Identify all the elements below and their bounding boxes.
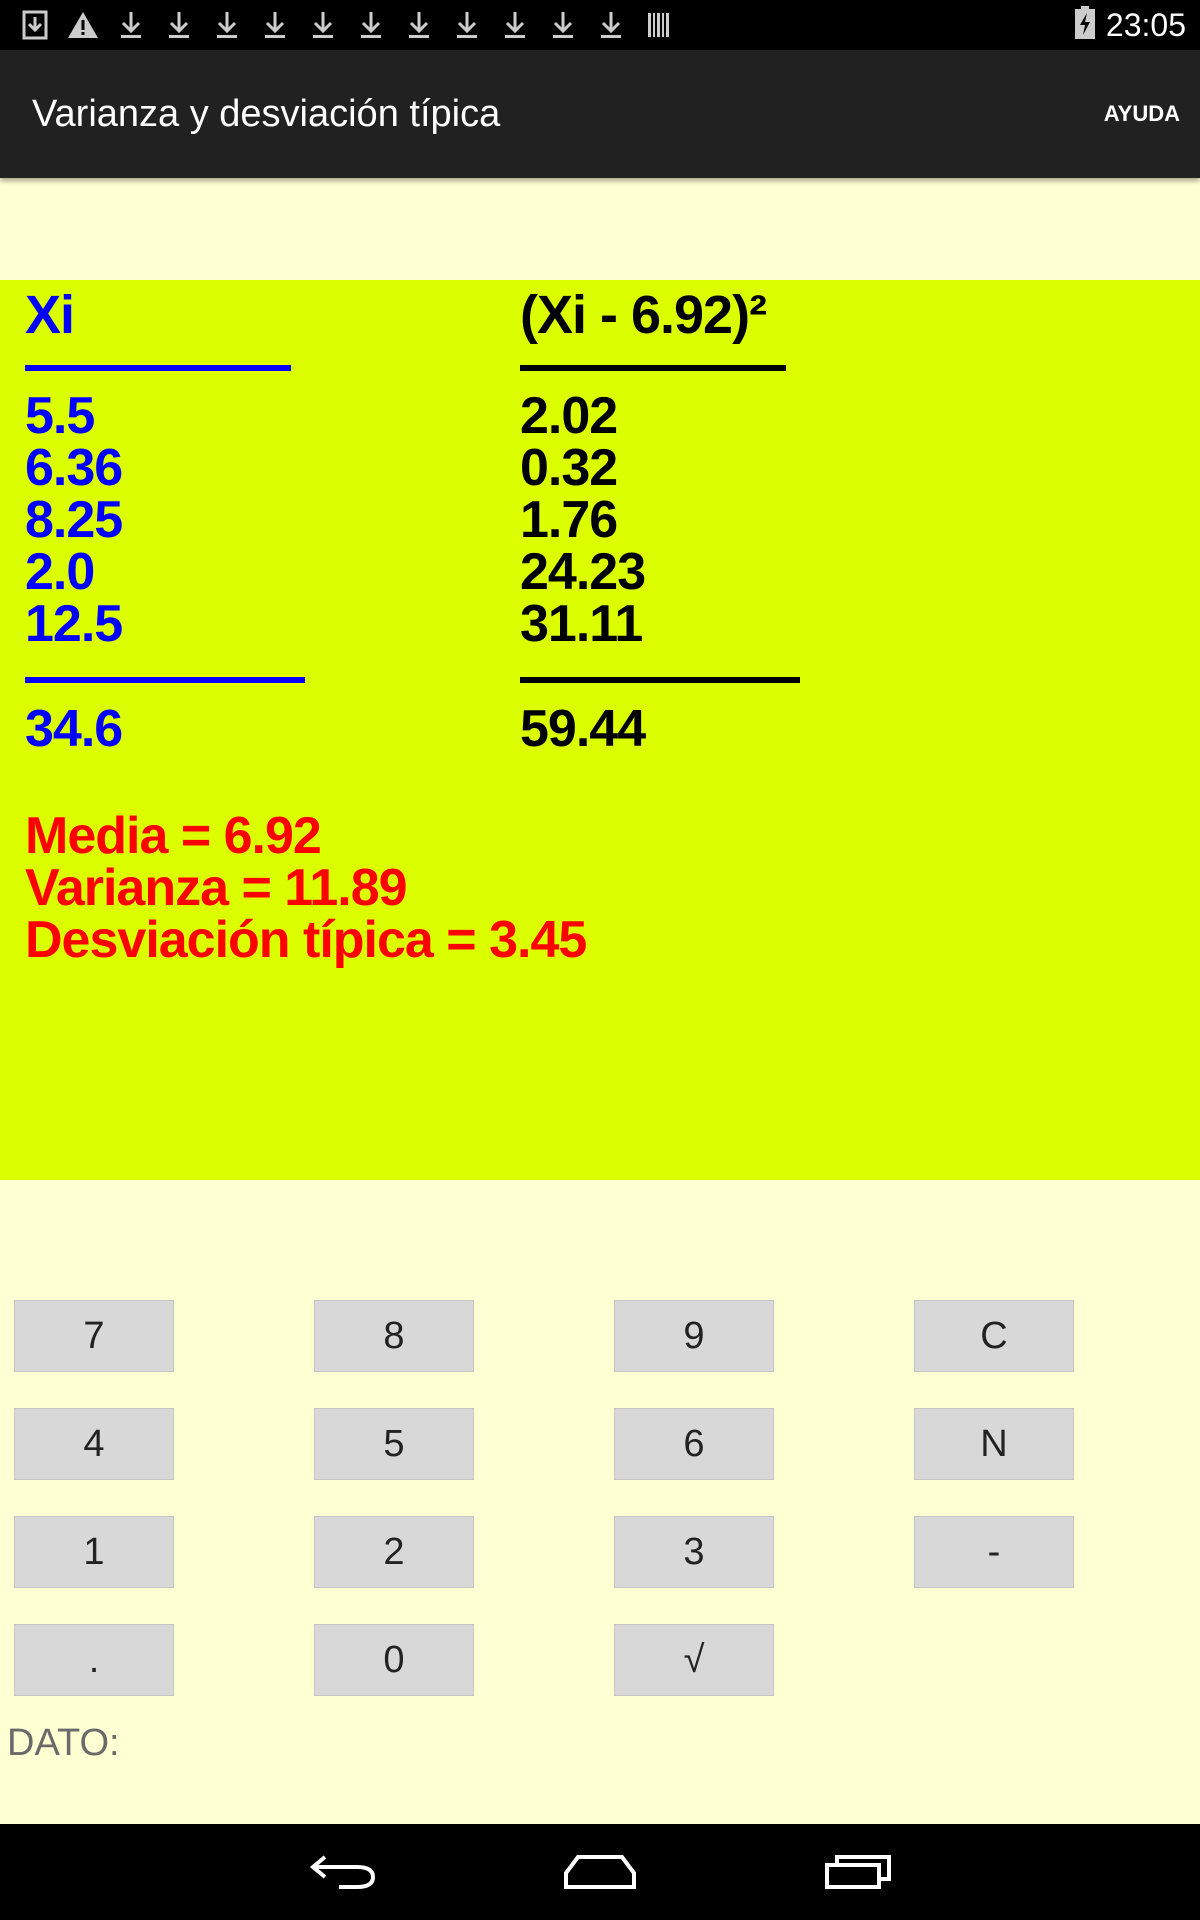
home-icon xyxy=(562,1851,638,1895)
status-right: 23:05 xyxy=(1074,0,1186,50)
download-icon xyxy=(162,8,196,42)
status-bar: 23:05 xyxy=(0,0,1200,50)
sq-total: 59.44 xyxy=(520,700,646,758)
sq-value: 24.23 xyxy=(520,543,646,601)
download-icon xyxy=(402,8,436,42)
recent-apps-icon xyxy=(823,1851,893,1895)
key-decimal-point[interactable]: . xyxy=(14,1624,174,1696)
key-4[interactable]: 4 xyxy=(14,1408,174,1480)
key-9[interactable]: 9 xyxy=(614,1300,774,1372)
key-5[interactable]: 5 xyxy=(314,1408,474,1480)
download-icon xyxy=(354,8,388,42)
recent-apps-button[interactable] xyxy=(808,1838,908,1908)
key-0[interactable]: 0 xyxy=(314,1624,474,1696)
key-n[interactable]: N xyxy=(914,1408,1074,1480)
key-8[interactable]: 8 xyxy=(314,1300,474,1372)
xi-header: Xi xyxy=(25,285,75,345)
xi-value: 6.36 xyxy=(25,439,123,497)
xi-value: 5.5 xyxy=(25,387,95,445)
sq-value: 31.11 xyxy=(520,595,643,653)
key-2[interactable]: 2 xyxy=(314,1516,474,1588)
sq-values: 2.02 0.32 1.76 24.23 31.11 xyxy=(520,387,646,653)
help-button[interactable]: AYUDA xyxy=(1098,50,1186,178)
sq-header-divider xyxy=(520,365,786,371)
data-input-label: DATO: xyxy=(7,1722,120,1764)
key-minus[interactable]: - xyxy=(914,1516,1074,1588)
xi-value: 2.0 xyxy=(25,543,95,601)
key-6[interactable]: 6 xyxy=(614,1408,774,1480)
warning-icon xyxy=(66,8,100,42)
download-icon xyxy=(450,8,484,42)
back-icon xyxy=(309,1851,379,1895)
download-icon xyxy=(306,8,340,42)
sq-total-divider xyxy=(520,677,800,683)
mean-result: Media = 6.92 xyxy=(25,807,322,865)
home-button[interactable] xyxy=(550,1838,650,1908)
xi-value: 8.25 xyxy=(25,491,123,549)
key-7[interactable]: 7 xyxy=(14,1300,174,1372)
results: Media = 6.92 Varianza = 11.89 Desviación… xyxy=(25,807,587,969)
sq-value: 1.76 xyxy=(520,491,618,549)
download-icon xyxy=(114,8,148,42)
download-done-icon xyxy=(18,8,52,42)
key-clear[interactable]: C xyxy=(914,1300,1074,1372)
download-icon xyxy=(258,8,292,42)
std-deviation-result: Desviación típica = 3.45 xyxy=(25,911,587,969)
back-button[interactable] xyxy=(294,1838,394,1908)
xi-value: 12.5 xyxy=(25,595,123,653)
key-1[interactable]: 1 xyxy=(14,1516,174,1588)
download-icon xyxy=(498,8,532,42)
squared-deviation-header: (Xi - 6.92)² xyxy=(520,285,767,345)
download-icon xyxy=(546,8,580,42)
variance-result: Varianza = 11.89 xyxy=(25,859,408,917)
xi-total: 34.6 xyxy=(25,700,123,758)
battery-charging-icon xyxy=(1074,6,1096,44)
notification-icons xyxy=(18,6,676,44)
barcode-icon xyxy=(642,8,676,42)
navigation-bar xyxy=(0,1824,1200,1920)
sq-value: 2.02 xyxy=(520,387,618,445)
sq-value: 0.32 xyxy=(520,439,618,497)
download-icon xyxy=(210,8,244,42)
page-title: Varianza y desviación típica xyxy=(32,93,501,135)
clock: 23:05 xyxy=(1105,6,1186,43)
xi-header-divider xyxy=(25,365,291,371)
xi-total-divider xyxy=(25,677,305,683)
download-icon xyxy=(594,8,628,42)
result-panel: Xi 5.5 6.36 8.25 2.0 12.5 34.6 (Xi - 6.9… xyxy=(0,280,1200,1180)
xi-values: 5.5 6.36 8.25 2.0 12.5 xyxy=(25,387,123,653)
key-sqrt[interactable]: √ xyxy=(614,1624,774,1696)
action-bar: Varianza y desviación típica AYUDA xyxy=(0,50,1200,178)
key-3[interactable]: 3 xyxy=(614,1516,774,1588)
